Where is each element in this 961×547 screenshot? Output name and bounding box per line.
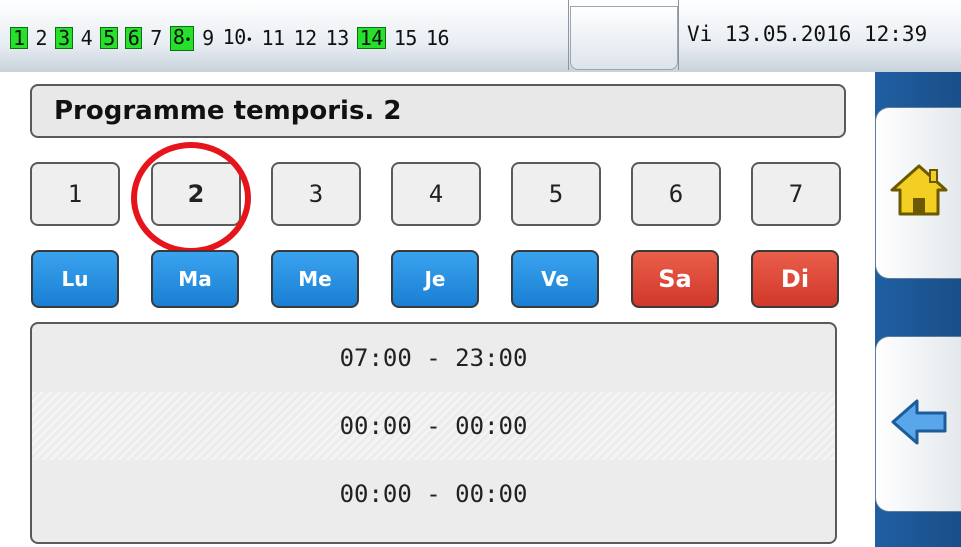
slot-button-6[interactable]: 6 bbox=[631, 162, 721, 226]
slot-button-4[interactable]: 4 bbox=[391, 162, 481, 226]
slot-button-3[interactable]: 3 bbox=[271, 162, 361, 226]
day-button-sa[interactable]: Sa bbox=[631, 250, 719, 308]
datetime-display: Vi 13.05.2016 12:39 bbox=[687, 22, 928, 46]
output-indicator: 8 bbox=[169, 25, 195, 51]
output-indicator: 1 bbox=[10, 27, 28, 49]
day-button-ve[interactable]: Ve bbox=[511, 250, 599, 308]
slot-button-1[interactable]: 1 bbox=[30, 162, 120, 226]
output-indicator: 16 bbox=[425, 26, 450, 50]
home-button[interactable] bbox=[875, 107, 961, 279]
page-title: Programme temporis. 2 bbox=[30, 84, 846, 138]
day-button-ma[interactable]: Ma bbox=[151, 250, 239, 308]
output-indicator: 10 bbox=[222, 26, 254, 51]
output-indicator: 14 bbox=[356, 27, 386, 49]
slot-button-2[interactable]: 2 bbox=[151, 162, 241, 226]
output-indicator: 12 bbox=[293, 26, 318, 50]
day-button-je[interactable]: Je bbox=[391, 250, 479, 308]
back-button[interactable] bbox=[875, 336, 961, 512]
status-divider bbox=[568, 0, 569, 70]
output-indicator: 13 bbox=[325, 26, 350, 50]
day-button-lu[interactable]: Lu bbox=[31, 250, 119, 308]
status-tab-blank[interactable] bbox=[570, 6, 678, 70]
status-divider bbox=[678, 0, 679, 70]
day-button-me[interactable]: Me bbox=[271, 250, 359, 308]
back-arrow-icon bbox=[889, 397, 949, 451]
output-indicator: 2 bbox=[35, 26, 48, 50]
output-indicator: 4 bbox=[80, 26, 93, 50]
right-sidebar bbox=[875, 72, 961, 547]
time-range-row[interactable]: 00:00 - 00:00 bbox=[32, 460, 835, 528]
output-status-list: 12345678910111213141516 bbox=[10, 23, 457, 53]
time-range-list: 07:00 - 23:00 00:00 - 00:00 00:00 - 00:0… bbox=[30, 322, 837, 544]
day-button-di[interactable]: Di bbox=[751, 250, 839, 308]
output-indicator: 6 bbox=[124, 27, 143, 49]
output-indicator: 9 bbox=[202, 26, 214, 50]
status-bar: 12345678910111213141516 Vi 13.05.2016 12… bbox=[0, 0, 961, 72]
output-indicator: 15 bbox=[393, 26, 418, 50]
time-range-row[interactable]: 07:00 - 23:00 bbox=[32, 324, 835, 392]
output-indicator: 11 bbox=[261, 26, 285, 50]
slot-button-5[interactable]: 5 bbox=[511, 162, 601, 226]
time-range-row[interactable]: 00:00 - 00:00 bbox=[32, 392, 835, 460]
page-title-text: Programme temporis. 2 bbox=[54, 96, 402, 126]
output-indicator: 7 bbox=[150, 26, 162, 50]
home-icon bbox=[888, 160, 950, 226]
output-indicator: 5 bbox=[100, 27, 118, 49]
slot-button-7[interactable]: 7 bbox=[751, 162, 841, 226]
output-indicator: 3 bbox=[55, 27, 73, 49]
